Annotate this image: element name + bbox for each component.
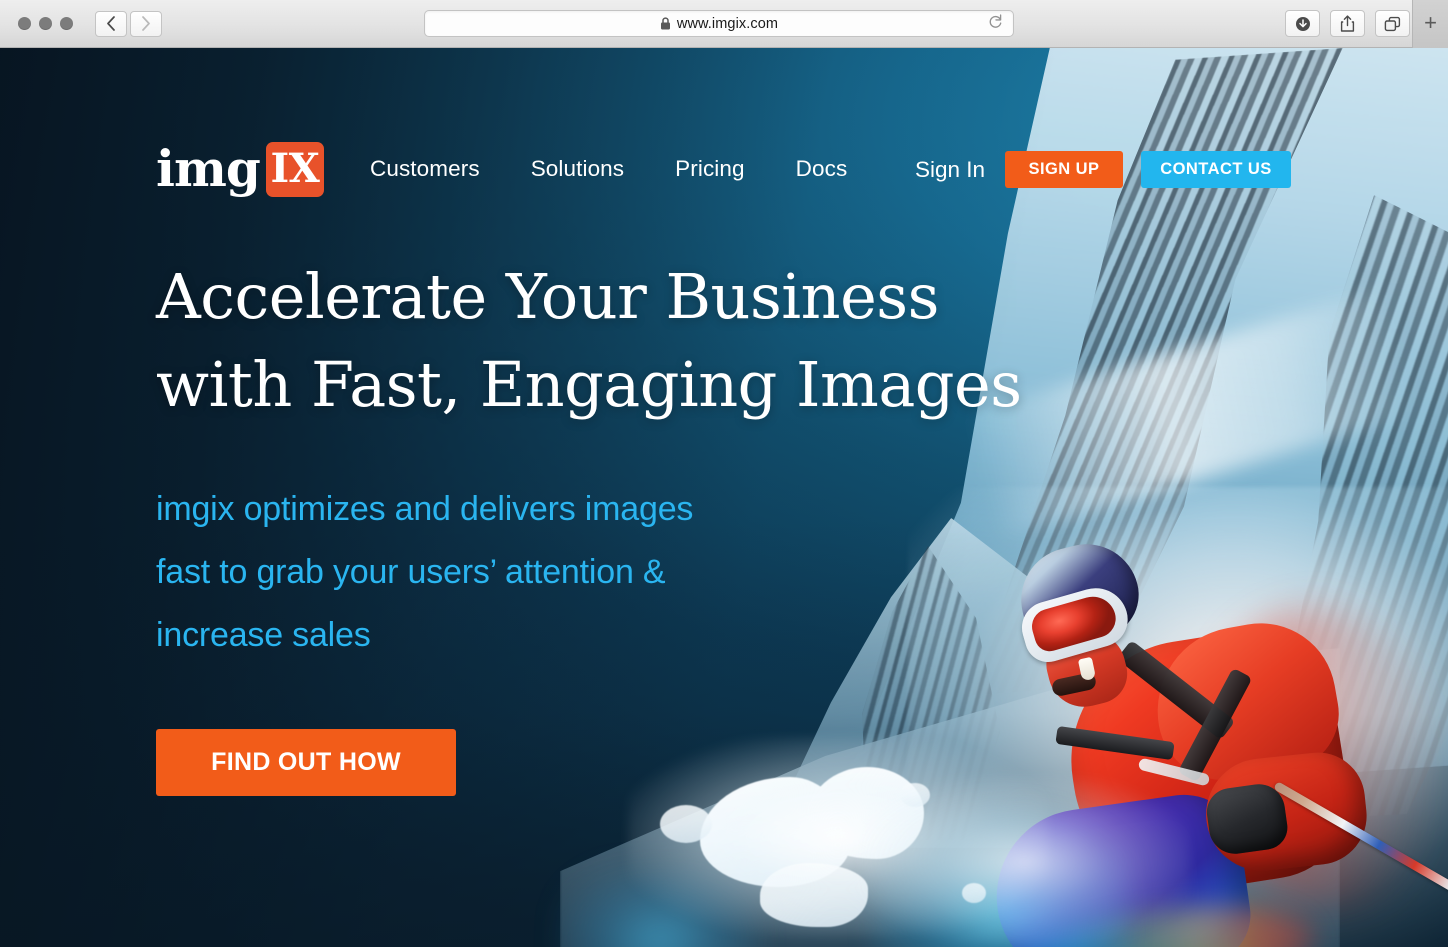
sign-up-button[interactable]: SIGN UP <box>1005 151 1123 188</box>
browser-toolbar-right <box>1285 10 1410 37</box>
hero-sub-line-2: fast to grab your users’ attention & <box>156 553 666 591</box>
skier-glove <box>1203 780 1291 858</box>
show-tabs-button[interactable] <box>1375 10 1410 37</box>
zoom-window-button[interactable] <box>60 17 73 30</box>
logo-wordmark: img <box>156 139 261 198</box>
nav-link-docs[interactable]: Docs <box>796 156 848 182</box>
hero-headline-line-1: Accelerate Your Business <box>156 260 939 333</box>
logo-badge: IX <box>265 141 324 197</box>
back-button[interactable] <box>95 10 127 37</box>
find-out-how-button[interactable]: FIND OUT HOW <box>156 729 456 796</box>
contact-us-button[interactable]: CONTACT US <box>1141 151 1291 188</box>
window-traffic-lights <box>18 17 73 30</box>
browser-chrome: www.imgix.com + <box>0 0 1448 48</box>
logo-badge-text: IX <box>270 145 320 192</box>
hero-sub-line-1: imgix optimizes and delivers images <box>156 490 694 528</box>
address-bar[interactable]: www.imgix.com <box>424 10 1014 37</box>
site-header: img IX Customers Solutions Pricing Docs … <box>0 48 1448 198</box>
hero-sub-line-3: increase sales <box>156 616 371 654</box>
snow-mist-right <box>860 777 1190 947</box>
show-tabs-icon <box>1384 16 1401 31</box>
nav-link-customers[interactable]: Customers <box>370 156 480 182</box>
forward-button[interactable] <box>130 10 162 37</box>
header-actions: Sign In SIGN UP CONTACT US <box>915 151 1291 188</box>
nav-link-solutions[interactable]: Solutions <box>531 156 624 182</box>
nav-link-pricing[interactable]: Pricing <box>675 156 744 182</box>
address-bar-content: www.imgix.com <box>660 16 778 32</box>
chevron-right-icon <box>142 16 150 31</box>
url-text: www.imgix.com <box>676 15 779 32</box>
webpage-viewport: img IX Customers Solutions Pricing Docs … <box>0 48 1448 947</box>
share-icon <box>1340 15 1355 32</box>
hero-headline-line-2: with Fast, Engaging Images <box>156 348 1022 421</box>
browser-navigation-buttons <box>95 10 162 37</box>
chevron-left-icon <box>107 16 115 31</box>
reload-icon[interactable] <box>988 13 1003 34</box>
new-tab-button[interactable]: + <box>1412 0 1448 48</box>
close-window-button[interactable] <box>18 17 31 30</box>
hero-subheadline: imgix optimizes and delivers images fast… <box>156 478 856 667</box>
lock-icon <box>660 17 670 30</box>
minimize-window-button[interactable] <box>39 17 52 30</box>
hero-headline: Accelerate Your Business with Fast, Enga… <box>156 253 1022 429</box>
download-icon <box>1295 16 1310 31</box>
sign-in-link[interactable]: Sign In <box>915 157 985 183</box>
downloads-button[interactable] <box>1285 10 1320 37</box>
share-button[interactable] <box>1330 10 1365 37</box>
main-navigation: Customers Solutions Pricing Docs <box>370 156 847 182</box>
imgix-logo[interactable]: img IX <box>156 139 324 198</box>
hero-content: Accelerate Your Business with Fast, Enga… <box>156 253 1022 796</box>
